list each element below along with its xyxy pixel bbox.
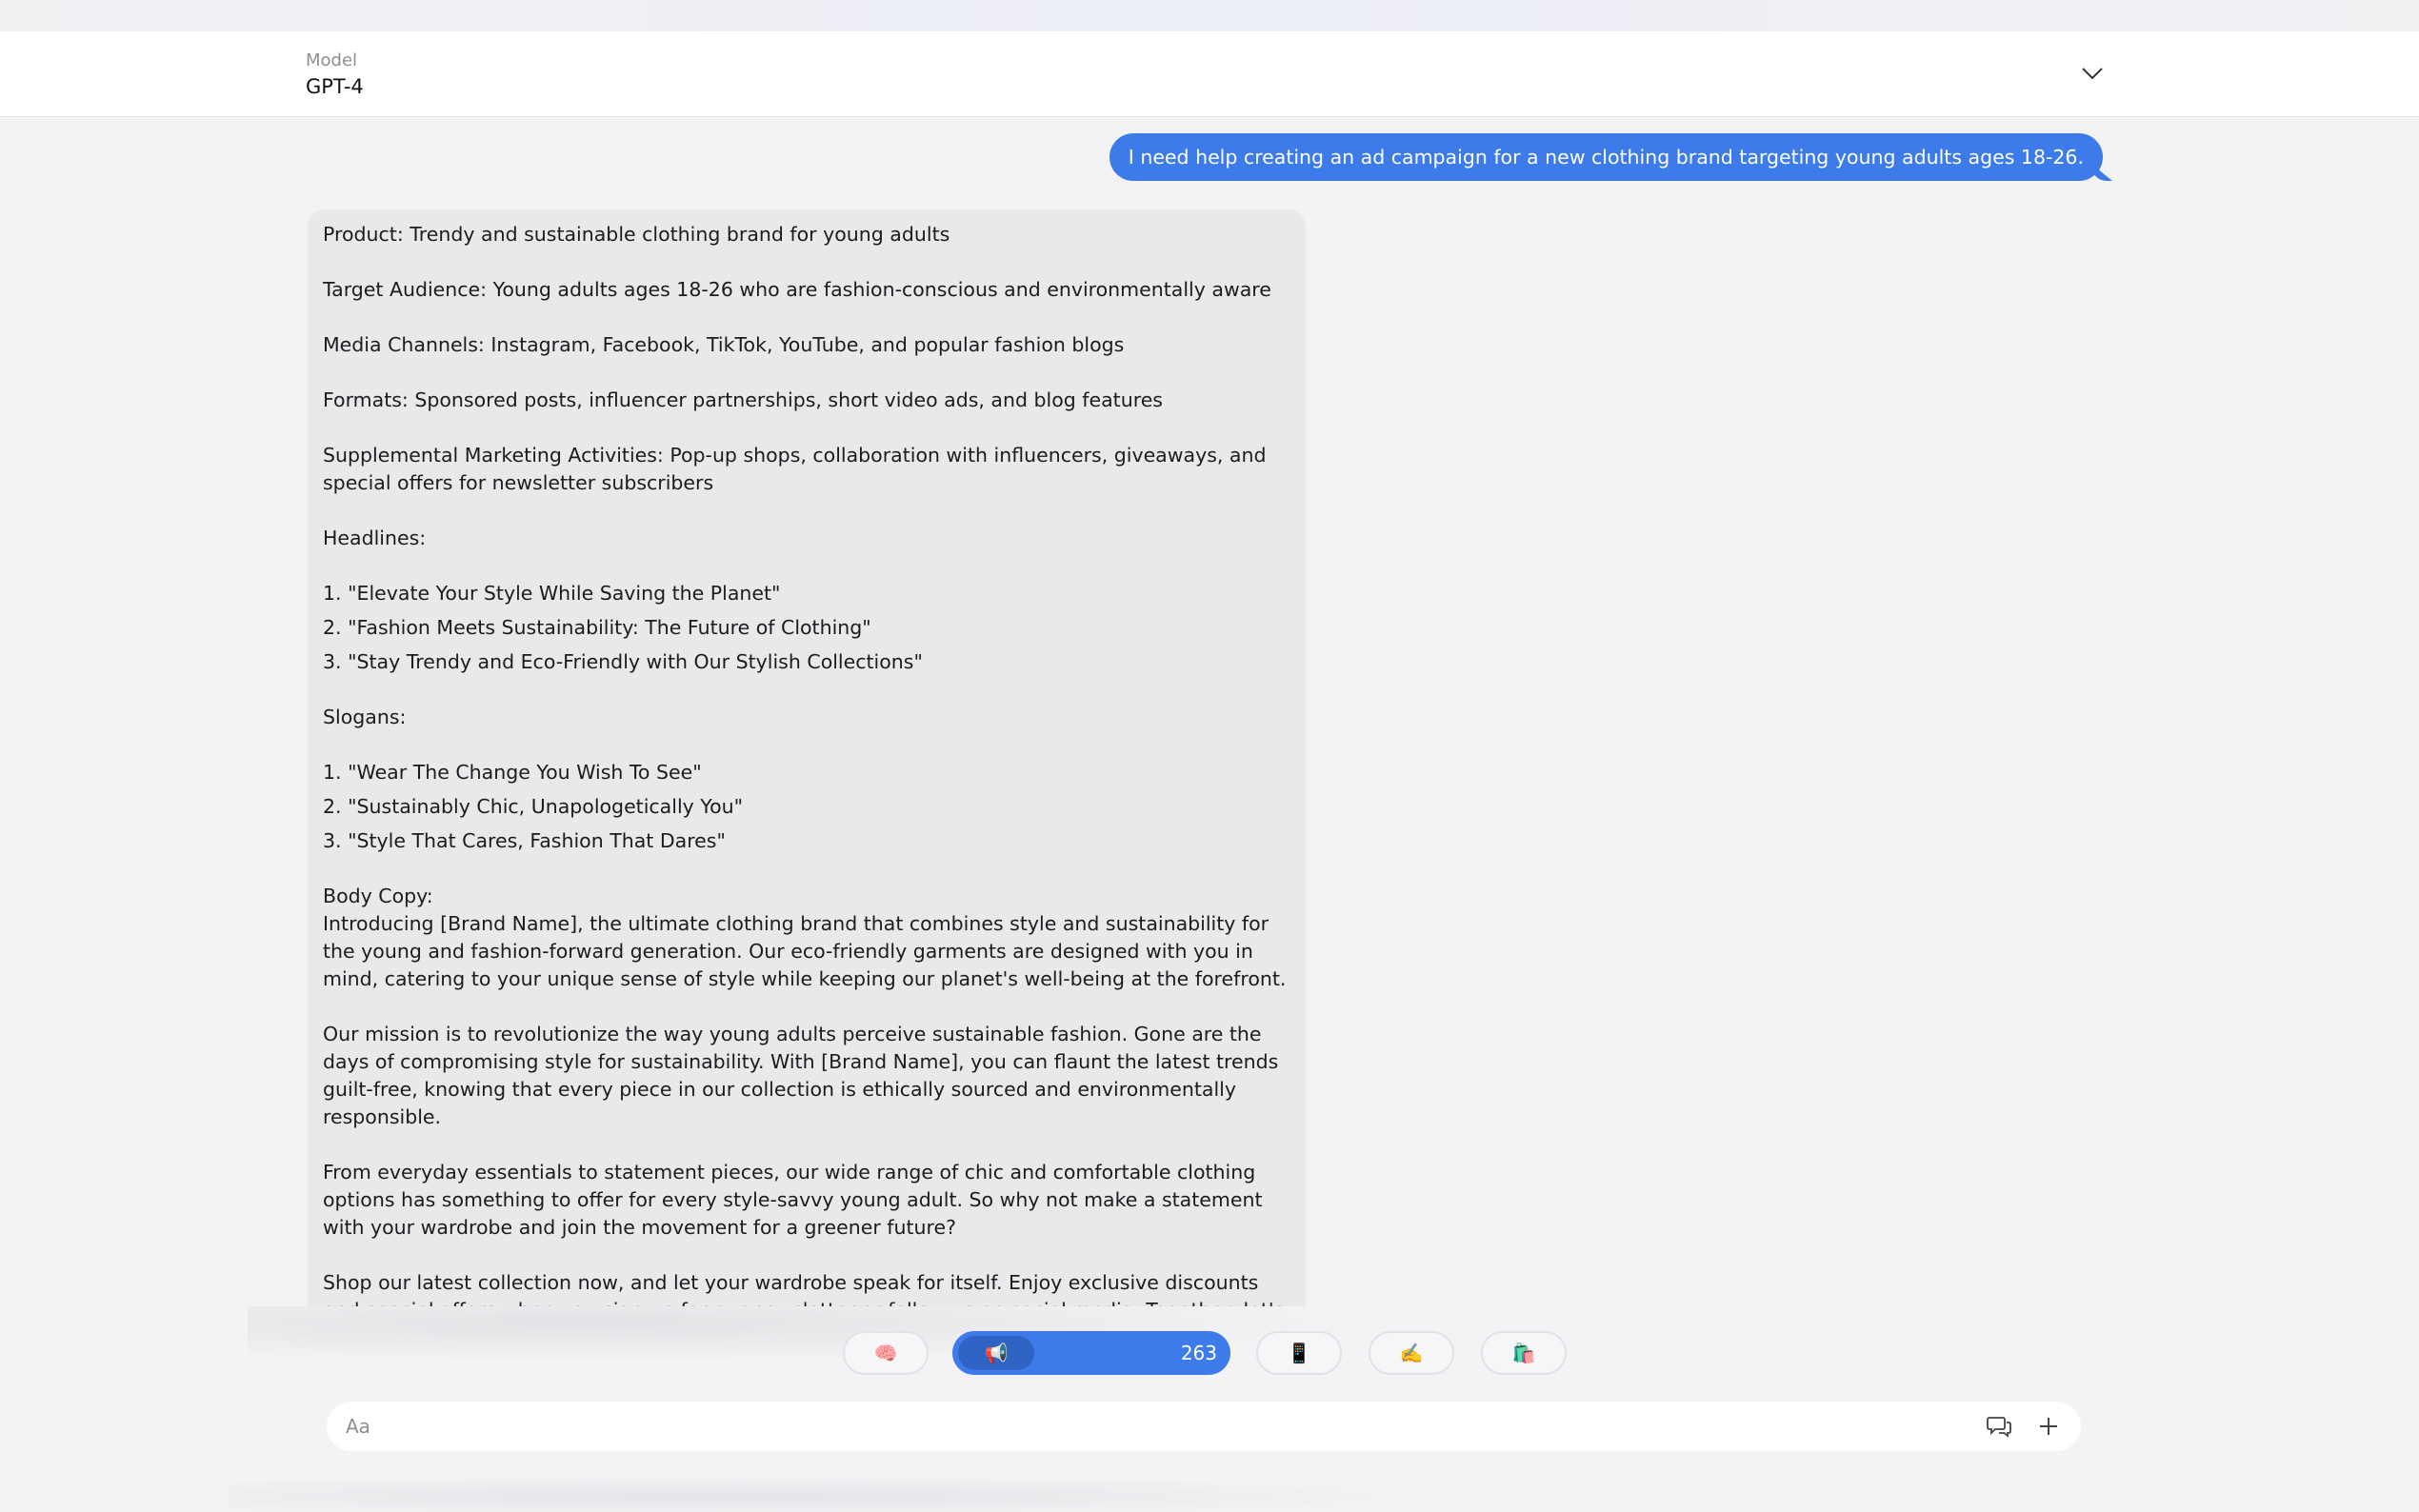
chat-bubbles-icon[interactable] — [1986, 1413, 2012, 1440]
bottom-fade — [229, 1474, 1467, 1512]
list-item: 2. "Fashion Meets Sustainability: The Fu… — [323, 616, 871, 639]
list-item: 1. "Elevate Your Style While Saving the … — [323, 582, 781, 605]
suggestion-chip-shopping[interactable]: 🛍️ — [1481, 1331, 1567, 1375]
model-header[interactable]: Model GPT-4 — [0, 31, 2419, 117]
suggestion-chip-phone[interactable]: 📱 — [1256, 1331, 1342, 1375]
phone-icon: 📱 — [1287, 1342, 1311, 1364]
top-strip — [0, 0, 2419, 31]
body-paragraph: Our mission is to revolutionize the way … — [323, 1023, 1279, 1128]
body-paragraph: Shop our latest collection now, and let … — [323, 1271, 1284, 1306]
body-paragraph: From everyday essentials to statement pi… — [323, 1161, 1263, 1239]
brain-icon: 🧠 — [873, 1342, 898, 1364]
body-paragraph: Introducing [Brand Name], the ultimate c… — [323, 912, 1287, 990]
message-input[interactable] — [346, 1402, 1965, 1451]
plus-icon[interactable] — [2035, 1413, 2062, 1440]
composer-bar — [327, 1402, 2081, 1451]
list-item: 2. "Sustainably Chic, Unapologetically Y… — [323, 795, 744, 818]
list-item: 1. "Wear The Change You Wish To See" — [323, 761, 702, 784]
supplemental-line: Supplemental Marketing Activities: Pop-u… — [323, 444, 1267, 494]
slogans-title: Slogans: — [323, 706, 407, 728]
suggestion-chip-brain[interactable]: 🧠 — [843, 1331, 929, 1375]
headlines-title: Headlines: — [323, 527, 427, 549]
token-count: 263 — [1180, 1342, 1217, 1364]
model-label: Model — [306, 50, 358, 70]
writing-hand-icon: ✍️ — [1399, 1342, 1424, 1364]
formats-line: Formats: Sponsored posts, influencer par… — [323, 388, 1163, 411]
assistant-message-bubble: Product: Trendy and sustainable clothing… — [308, 209, 1306, 1306]
model-dropdown-toggle[interactable] — [2076, 58, 2109, 90]
megaphone-glyph: 📢 — [984, 1342, 1009, 1364]
list-item: 3. "Stay Trendy and Eco-Friendly with Ou… — [323, 650, 923, 673]
model-value[interactable]: GPT-4 — [306, 75, 364, 98]
user-message-text: I need help creating an ad campaign for … — [1128, 146, 2084, 169]
user-message-bubble: I need help creating an ad campaign for … — [1109, 133, 2112, 181]
megaphone-icon: 📢 — [958, 1336, 1034, 1370]
shopping-bags-icon: 🛍️ — [1511, 1342, 1536, 1364]
list-item: 3. "Style That Cares, Fashion That Dares… — [323, 829, 726, 852]
suggestion-chip-megaphone-active[interactable]: 📢 263 — [952, 1331, 1230, 1375]
chevron-down-icon — [2081, 66, 2104, 84]
bubble-tail — [2091, 164, 2112, 181]
suggestion-bar: 🧠 📢 263 📱 ✍️ 🛍️ — [0, 1331, 2419, 1375]
target-audience-line: Target Audience: Young adults ages 18-26… — [323, 278, 1271, 301]
body-copy-title: Body Copy: — [323, 885, 433, 907]
suggestion-chip-writing[interactable]: ✍️ — [1369, 1331, 1454, 1375]
slogans-list: 1. "Wear The Change You Wish To See" 2. … — [323, 759, 1289, 855]
media-channels-line: Media Channels: Instagram, Facebook, Tik… — [323, 333, 1125, 356]
product-line: Product: Trendy and sustainable clothing… — [323, 223, 950, 246]
headlines-list: 1. "Elevate Your Style While Saving the … — [323, 580, 1289, 676]
